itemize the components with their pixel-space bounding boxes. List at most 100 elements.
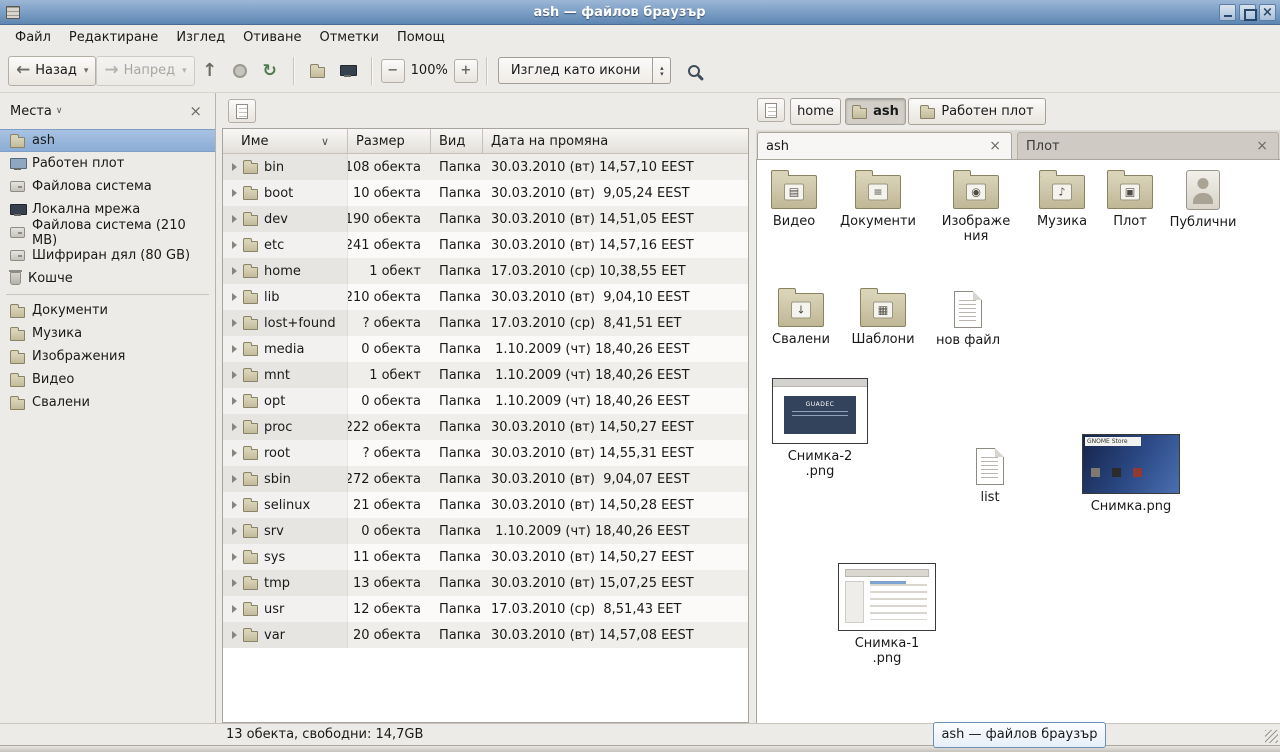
computer-button[interactable] xyxy=(333,56,363,86)
sidebar-item-4[interactable]: Файлова система (210 MB) xyxy=(0,221,215,244)
column-header-1[interactable]: Размер xyxy=(348,129,431,154)
tree-row[interactable]: tmp13 обектаПапка30.03.2010 (вт) 15,07,2… xyxy=(223,570,748,596)
search-button[interactable] xyxy=(679,56,709,86)
icon-item-10[interactable]: list xyxy=(960,448,1020,505)
tab-0[interactable]: ash× xyxy=(757,132,1012,159)
icon-item-7[interactable]: ▦Шаблони xyxy=(846,288,920,347)
sidebar-item-8[interactable]: Документи xyxy=(0,299,215,322)
tree-row[interactable]: etc241 обектаПапка30.03.2010 (вт) 14,57,… xyxy=(223,232,748,258)
expander-icon[interactable] xyxy=(232,423,237,431)
sidebar-item-2[interactable]: Файлова система xyxy=(0,175,215,198)
forward-button[interactable]: → Напред ▾ xyxy=(96,56,194,86)
tree-row[interactable]: selinux21 обектаПапка30.03.2010 (вт) 14,… xyxy=(223,492,748,518)
expander-icon[interactable] xyxy=(232,553,237,561)
tree-row[interactable]: dev190 обектаПапка30.03.2010 (вт) 14,51,… xyxy=(223,206,748,232)
menubar-item-4[interactable]: Отметки xyxy=(310,27,387,48)
expander-icon[interactable] xyxy=(232,319,237,327)
path-button-2[interactable]: Работен плот xyxy=(908,98,1046,125)
column-header-0[interactable]: Име∨ xyxy=(223,129,348,154)
tree-row[interactable]: mnt1 обектПапка 1.10.2009 (чт) 18,40,26 … xyxy=(223,362,748,388)
expander-icon[interactable] xyxy=(232,631,237,639)
path-button-0[interactable]: home xyxy=(790,98,841,125)
icon-item-12[interactable]: Снимка-1.png xyxy=(835,563,939,666)
tree-row[interactable]: lib210 обектаПапка30.03.2010 (вт) 9,04,1… xyxy=(223,284,748,310)
tree-row[interactable]: home1 обектПапка17.03.2010 (ср) 10,38,55… xyxy=(223,258,748,284)
places-close-button[interactable]: × xyxy=(186,102,205,120)
expander-icon[interactable] xyxy=(232,267,237,275)
tree-row[interactable]: root? обектаПапка30.03.2010 (вт) 14,55,3… xyxy=(223,440,748,466)
icon-item-0[interactable]: ▤Видео xyxy=(759,170,829,229)
icon-item-1[interactable]: ≡Документи xyxy=(836,170,920,229)
resize-grip[interactable] xyxy=(1265,730,1278,743)
minimize-button[interactable] xyxy=(1219,4,1236,21)
icon-item-8[interactable]: нов файл xyxy=(933,291,1003,348)
expander-icon[interactable] xyxy=(232,345,237,353)
icon-item-5[interactable]: Публични xyxy=(1165,170,1241,230)
menubar-item-2[interactable]: Изглед xyxy=(167,27,234,48)
expander-icon[interactable] xyxy=(232,215,237,223)
back-button[interactable]: ← Назад ▾ xyxy=(8,56,96,86)
titlebar[interactable]: ash — файлов браузър xyxy=(0,0,1280,25)
tree-row[interactable]: proc222 обектаПапка30.03.2010 (вт) 14,50… xyxy=(223,414,748,440)
column-header-3[interactable]: Дата на промяна xyxy=(483,129,748,154)
back-dropdown-icon[interactable]: ▾ xyxy=(84,66,89,76)
sidebar-item-6[interactable]: Кошче xyxy=(0,267,215,290)
column-header-2[interactable]: Вид xyxy=(431,129,483,154)
maximize-button[interactable] xyxy=(1239,4,1256,21)
expander-icon[interactable] xyxy=(232,527,237,535)
expander-icon[interactable] xyxy=(232,449,237,457)
places-title[interactable]: Места xyxy=(10,104,52,119)
expander-icon[interactable] xyxy=(232,397,237,405)
icon-item-9[interactable]: GUADECСнимка-2.png xyxy=(770,378,870,479)
zoom-in-button[interactable]: + xyxy=(454,59,478,83)
tree-row[interactable]: var20 обектаПапка30.03.2010 (вт) 14,57,0… xyxy=(223,622,748,648)
tree-row[interactable]: media0 обектаПапка 1.10.2009 (чт) 18,40,… xyxy=(223,336,748,362)
sidebar-item-9[interactable]: Музика xyxy=(0,322,215,345)
menubar-item-5[interactable]: Помощ xyxy=(388,27,454,48)
expander-icon[interactable] xyxy=(232,241,237,249)
tree-row[interactable]: sys11 обектаПапка30.03.2010 (вт) 14,50,2… xyxy=(223,544,748,570)
tree-row[interactable]: usr12 обектаПапка17.03.2010 (ср) 8,51,43… xyxy=(223,596,748,622)
spinner-arrows-icon[interactable]: ▴▾ xyxy=(652,58,670,83)
icon-item-6[interactable]: ↓Свалени xyxy=(766,288,836,347)
stop-button[interactable] xyxy=(225,56,255,86)
expander-icon[interactable] xyxy=(232,293,237,301)
up-button[interactable]: ↑ xyxy=(195,56,225,86)
path-button-1[interactable]: ash xyxy=(845,98,906,125)
tree-row[interactable]: sbin272 обектаПапка30.03.2010 (вт) 9,04,… xyxy=(223,466,748,492)
tree-row[interactable]: bin108 обектаПапка30.03.2010 (вт) 14,57,… xyxy=(223,154,748,180)
icon-item-4[interactable]: ▣Плот xyxy=(1100,170,1160,229)
location-toggle-button-right[interactable] xyxy=(757,98,785,122)
view-mode-select[interactable]: Изглед като икони ▴▾ xyxy=(498,57,672,84)
location-toggle-button[interactable] xyxy=(228,99,256,123)
sidebar-item-1[interactable]: Работен плот xyxy=(0,152,215,175)
expander-icon[interactable] xyxy=(232,163,237,171)
tab-1[interactable]: Плот× xyxy=(1017,132,1279,159)
chevron-down-icon[interactable]: ∨ xyxy=(56,106,63,116)
tree-row[interactable]: boot10 обектаПапка30.03.2010 (вт) 9,05,2… xyxy=(223,180,748,206)
expander-icon[interactable] xyxy=(232,605,237,613)
tab-close-icon[interactable]: × xyxy=(1254,138,1270,154)
expander-icon[interactable] xyxy=(232,475,237,483)
close-button[interactable] xyxy=(1259,4,1276,21)
menubar-item-0[interactable]: Файл xyxy=(6,27,60,48)
tree-row[interactable]: opt0 обектаПапка 1.10.2009 (чт) 18,40,26… xyxy=(223,388,748,414)
tab-close-icon[interactable]: × xyxy=(987,138,1003,154)
expander-icon[interactable] xyxy=(232,579,237,587)
zoom-out-button[interactable]: − xyxy=(381,59,405,83)
sidebar-item-10[interactable]: Изображения xyxy=(0,345,215,368)
reload-button[interactable]: ↻ xyxy=(255,56,285,86)
taskbar-window-button[interactable]: ash — файлов браузър xyxy=(933,722,1106,748)
expander-icon[interactable] xyxy=(232,371,237,379)
sidebar-item-0[interactable]: ash xyxy=(0,129,215,152)
icon-item-11[interactable]: GNOME StoreСнимка.png xyxy=(1079,434,1183,514)
expander-icon[interactable] xyxy=(232,189,237,197)
sidebar-item-11[interactable]: Видео xyxy=(0,368,215,391)
home-button[interactable] xyxy=(303,56,333,86)
expander-icon[interactable] xyxy=(232,501,237,509)
icon-item-2[interactable]: ◉Изображения xyxy=(938,170,1014,244)
tree-row[interactable]: lost+found? обектаПапка17.03.2010 (ср) 8… xyxy=(223,310,748,336)
icon-item-3[interactable]: ♪Музика xyxy=(1027,170,1097,229)
sidebar-item-5[interactable]: Шифриран дял (80 GB) xyxy=(0,244,215,267)
menubar-item-1[interactable]: Редактиране xyxy=(60,27,167,48)
